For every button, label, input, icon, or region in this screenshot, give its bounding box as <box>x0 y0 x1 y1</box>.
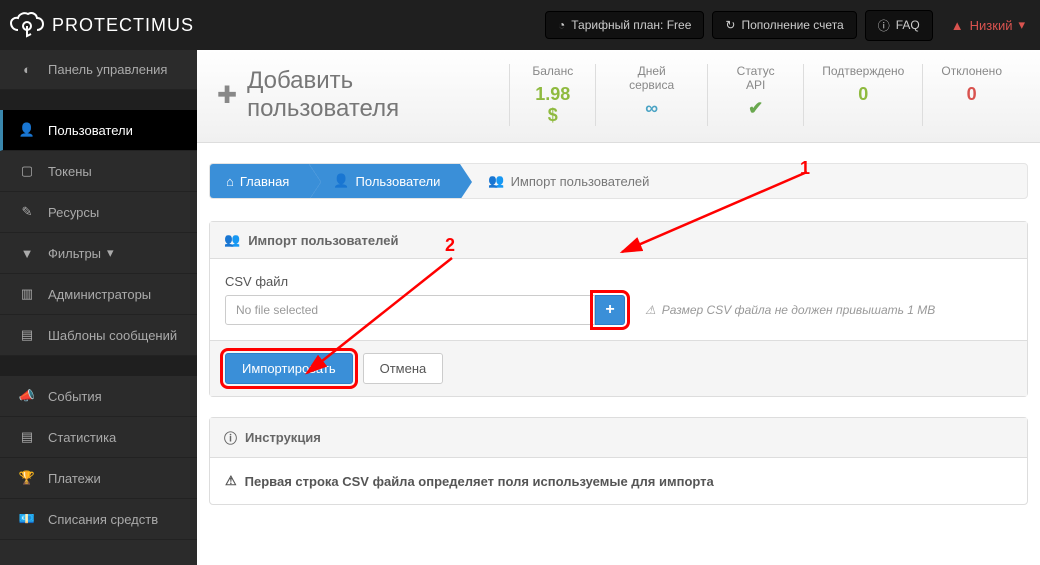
sidebar-item-label: Списания средств <box>48 512 158 527</box>
stat-api: Статус API✔ <box>707 64 803 126</box>
home-icon: ⌂ <box>226 174 234 189</box>
import-panel: 👥Импорт пользователей CSV файл No file s… <box>209 221 1028 397</box>
topup-label: Пополнение счета <box>741 18 843 32</box>
sidebar-item-label: Ресурсы <box>48 205 99 220</box>
file-size-note: ⚠Размер CSV файла не должен привышать 1 … <box>645 303 935 317</box>
sidebar-item-stats[interactable]: ▤ Статистика <box>0 417 197 458</box>
sidebar-item-payments[interactable]: 🏆 Платежи <box>0 458 197 499</box>
brand-text: PROTECTIMUS <box>52 15 194 36</box>
money-icon: 💶 <box>16 511 38 527</box>
plus-square-icon: ✚ <box>217 81 237 110</box>
page-title: ✚Добавить пользователя <box>217 67 509 123</box>
breadcrumb-current: 👥Импорт пользователей <box>460 164 669 198</box>
user-icon: ▲ <box>951 18 964 33</box>
import-button[interactable]: Импортировать <box>225 353 353 384</box>
stat-declined: Отклонено0 <box>922 64 1020 126</box>
trophy-icon: 🏆 <box>16 470 38 486</box>
user-menu[interactable]: ▲ Низкий ▾ <box>951 17 1025 33</box>
dashboard-icon: ◐ <box>16 62 38 77</box>
sidebar: ◐ Панель управления 👤 Пользователи ▢ Токены… <box>0 50 197 565</box>
breadcrumb: ⌂Главная 👤Пользователи 👥Импорт пользоват… <box>209 163 1028 199</box>
file-add-button[interactable]: + <box>595 295 625 325</box>
user-icon: 👤 <box>16 122 38 138</box>
plan-label: Тарифный план: Free <box>571 18 691 32</box>
brand-logo: PROTECTIMUS <box>10 12 194 38</box>
gauge-icon: ◔ <box>558 18 565 32</box>
file-input[interactable]: No file selected <box>225 295 595 325</box>
faq-button[interactable]: ⓘ FAQ <box>865 10 933 41</box>
instruction-panel: ⓘИнструкция ⚠ Первая строка CSV файла опр… <box>209 417 1028 505</box>
sidebar-item-label: Токены <box>48 164 92 179</box>
sidebar-item-label: Пользователи <box>48 123 133 138</box>
topup-button[interactable]: ↻ Пополнение счета <box>712 11 856 39</box>
sidebar-item-label: События <box>48 389 102 404</box>
instruction-panel-head: ⓘИнструкция <box>210 418 1027 458</box>
edit-icon: ✎ <box>16 204 38 220</box>
plan-button[interactable]: ◔ Тарифный план: Free <box>545 11 704 39</box>
warning-icon: ⚠ <box>225 473 237 489</box>
import-panel-head: 👥Импорт пользователей <box>210 222 1027 259</box>
sidebar-item-label: Статистика <box>48 430 116 445</box>
document-icon: ▤ <box>16 327 38 343</box>
sidebar-item-debits[interactable]: 💶 Списания средств <box>0 499 197 540</box>
topbar: PROTECTIMUS ◔ Тарифный план: Free ↻ Пополн… <box>0 0 1040 50</box>
page-header: ✚Добавить пользователя Баланс1.98 $ Дней… <box>197 50 1040 143</box>
sidebar-item-label: Фильтры <box>48 246 101 261</box>
caret-down-icon: ▾ <box>1018 17 1025 33</box>
users-icon: 👥 <box>488 173 504 189</box>
sidebar-item-events[interactable]: 📣 События <box>0 376 197 417</box>
sidebar-item-label: Шаблоны сообщений <box>48 328 177 343</box>
filter-icon: ▼ <box>16 246 38 261</box>
stats-icon: ▤ <box>16 429 38 445</box>
stat-days: Дней сервиса∞ <box>595 64 707 126</box>
chart-icon: ▥ <box>16 286 38 302</box>
sidebar-item-users[interactable]: 👤 Пользователи <box>0 110 197 151</box>
instruction-line: Первая строка CSV файла определяет поля … <box>245 474 714 489</box>
breadcrumb-home[interactable]: ⌂Главная <box>210 164 309 198</box>
user-icon: 👤 <box>333 173 349 189</box>
sidebar-item-tokens[interactable]: ▢ Токены <box>0 151 197 192</box>
stat-confirmed: Подтверждено0 <box>803 64 922 126</box>
faq-label: FAQ <box>896 18 920 32</box>
token-icon: ▢ <box>16 163 38 179</box>
sidebar-item-label: Панель управления <box>48 62 167 77</box>
warning-icon: ⚠ <box>645 303 656 317</box>
sidebar-item-templates[interactable]: ▤ Шаблоны сообщений <box>0 315 197 356</box>
megaphone-icon: 📣 <box>16 388 38 404</box>
info-icon: ⓘ <box>224 428 237 447</box>
sidebar-item-label: Платежи <box>48 471 101 486</box>
sidebar-item-resources[interactable]: ✎ Ресурсы <box>0 192 197 233</box>
sidebar-item-filters[interactable]: ▼ Фильтры ▾ <box>0 233 197 274</box>
sidebar-item-label: Администраторы <box>48 287 151 302</box>
stat-balance: Баланс1.98 $ <box>509 64 595 126</box>
logo-icon <box>10 12 44 38</box>
caret-down-icon: ▾ <box>107 245 114 261</box>
cancel-button[interactable]: Отмена <box>363 353 444 384</box>
sidebar-item-dashboard[interactable]: ◐ Панель управления <box>0 50 197 90</box>
main: ✚Добавить пользователя Баланс1.98 $ Дней… <box>197 50 1040 565</box>
info-icon: ⓘ <box>878 17 890 34</box>
breadcrumb-users[interactable]: 👤Пользователи <box>309 164 460 198</box>
user-label: Низкий <box>970 18 1013 33</box>
csv-field-label: CSV файл <box>225 274 1012 289</box>
refresh-icon: ↻ <box>725 18 735 32</box>
stats-row: Баланс1.98 $ Дней сервиса∞ Статус API✔ П… <box>509 64 1020 126</box>
users-icon: 👥 <box>224 232 240 248</box>
sidebar-item-admins[interactable]: ▥ Администраторы <box>0 274 197 315</box>
